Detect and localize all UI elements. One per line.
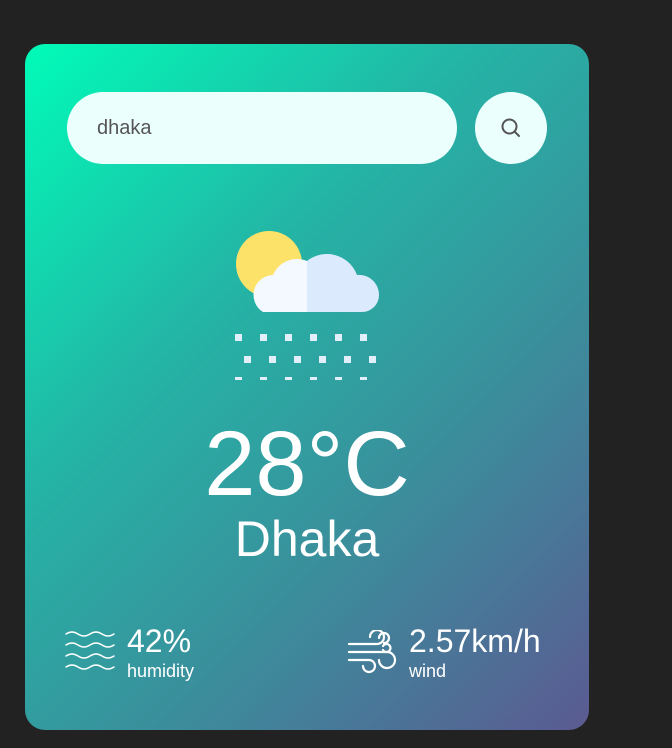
search-input[interactable] xyxy=(67,92,457,164)
wind-label: wind xyxy=(409,661,447,681)
humidity-value: 42% xyxy=(127,623,192,659)
humidity-waves-icon xyxy=(65,631,115,670)
search-bar xyxy=(67,92,547,164)
search-icon xyxy=(501,118,520,137)
wind-value: 2.57km/h xyxy=(409,623,541,659)
search-button[interactable] xyxy=(475,92,547,164)
temperature: 28°C xyxy=(204,413,410,515)
weather-card: 28°C Dhaka 42% humidity 2.57km/h wind xyxy=(25,44,589,730)
wind-icon xyxy=(347,630,397,674)
humidity-label: humidity xyxy=(127,661,195,681)
city-name: Dhaka xyxy=(234,511,380,567)
sun-cloud-snow-icon xyxy=(235,231,380,380)
